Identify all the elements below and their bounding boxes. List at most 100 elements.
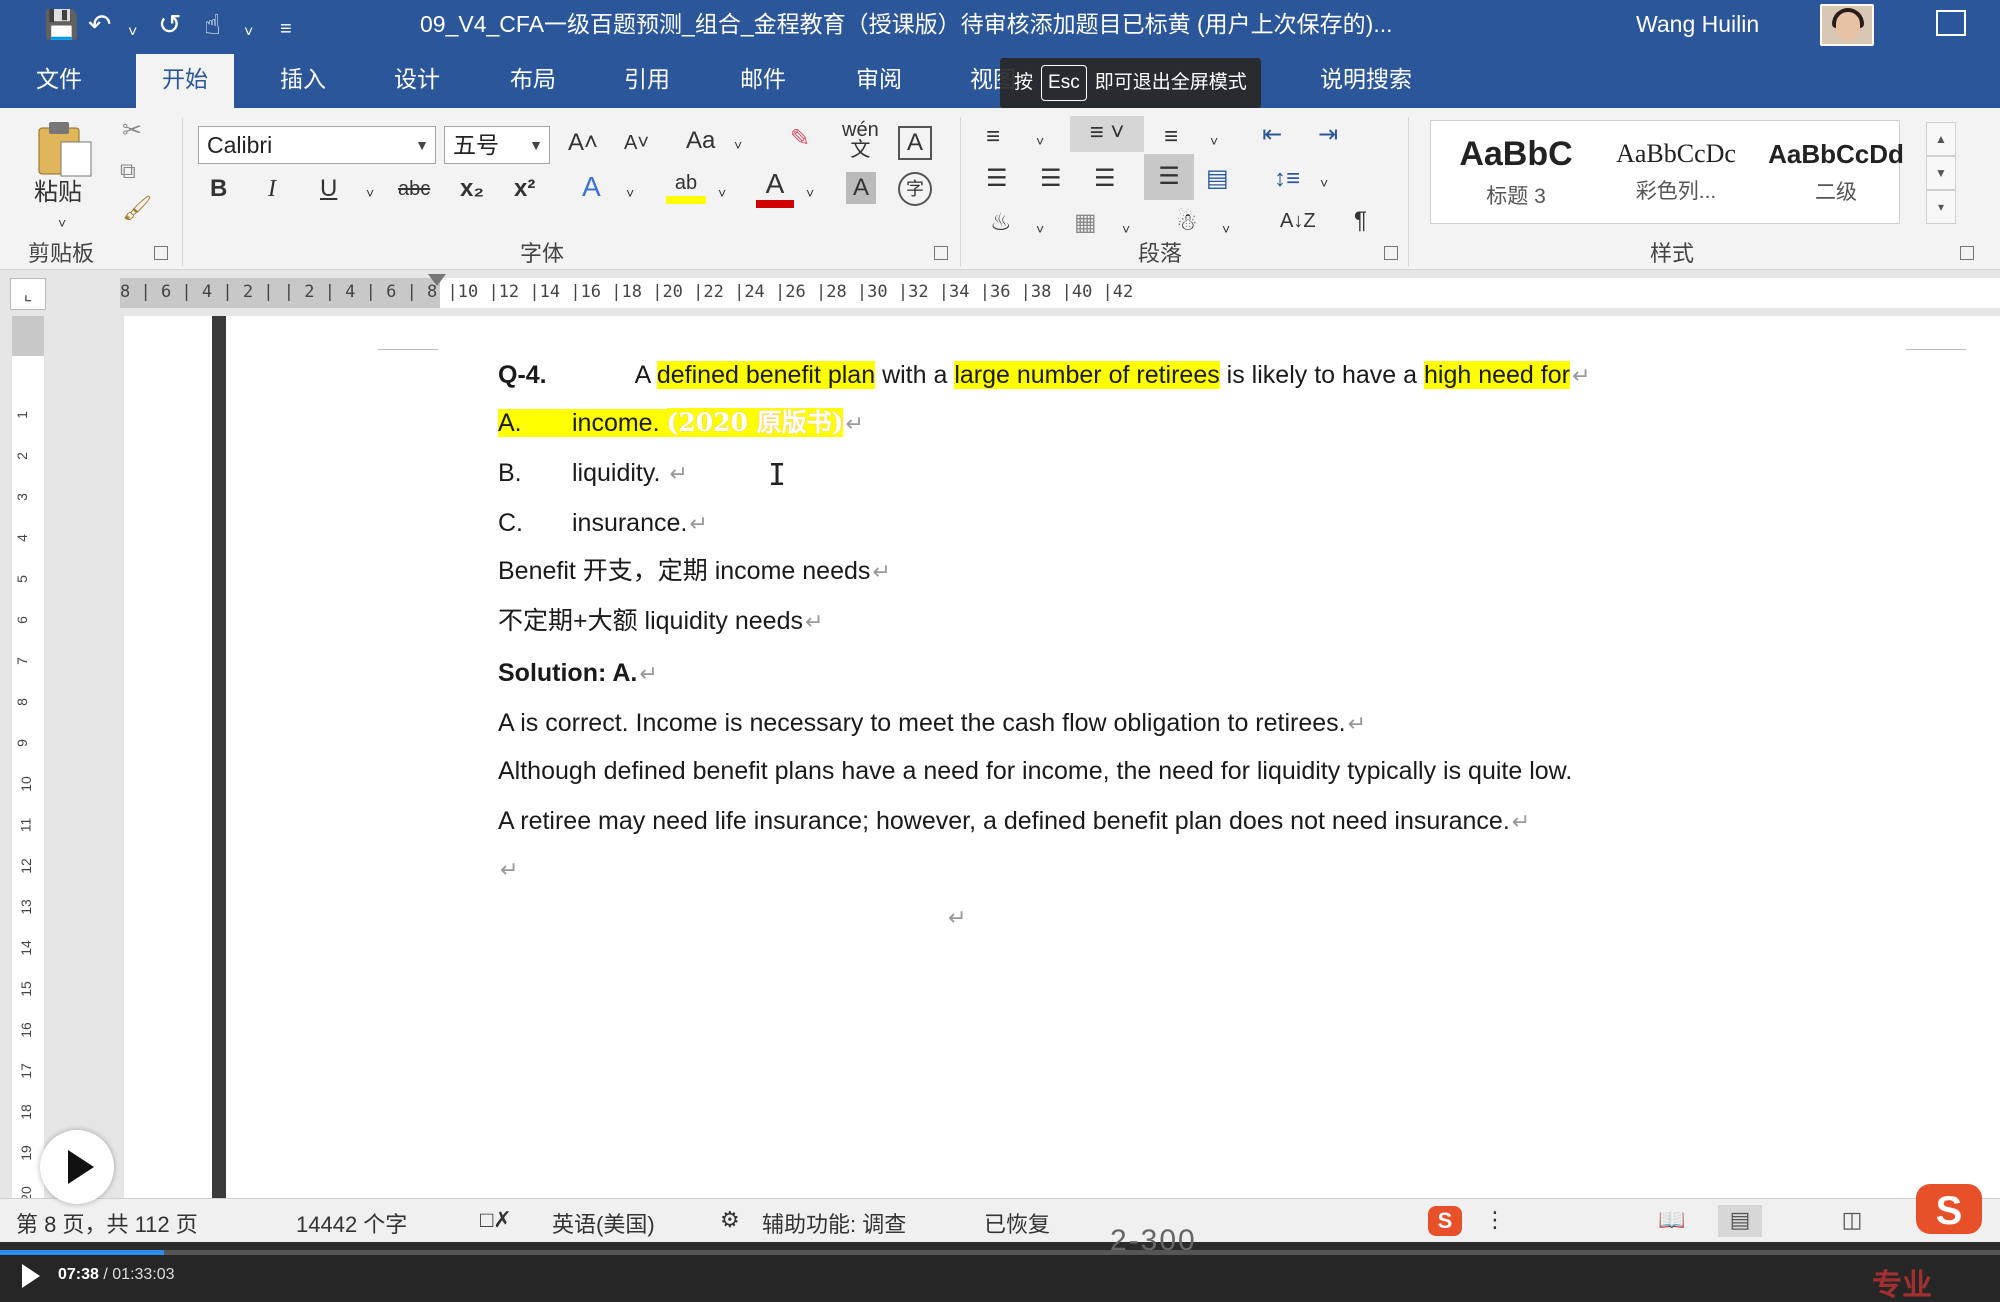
web-layout-icon[interactable]: ◫ bbox=[1830, 1205, 1874, 1237]
bullets-icon[interactable]: ≡ bbox=[986, 122, 1000, 152]
tab-insert[interactable]: 插入 bbox=[280, 64, 326, 94]
tab-review[interactable]: 审阅 bbox=[856, 64, 902, 94]
empty-paragraph[interactable]: ↵ bbox=[498, 852, 518, 887]
style-level2[interactable]: AaBbCcDd 二级 bbox=[1761, 135, 1911, 206]
numbering-icon[interactable]: ≡ ˅ bbox=[1070, 116, 1144, 152]
distributed-icon[interactable]: ▤ bbox=[1206, 164, 1229, 194]
option-c[interactable]: C. insurance.↵ bbox=[498, 506, 708, 541]
bold-button[interactable]: B bbox=[210, 174, 227, 204]
font-size-combo[interactable]: 五号 ▼ bbox=[444, 126, 550, 164]
chevron-down-icon[interactable]: ˅ bbox=[734, 130, 742, 160]
asian-layout-icon[interactable]: ☃ bbox=[1176, 208, 1198, 238]
tab-home[interactable]: 开始 bbox=[136, 54, 234, 108]
accessibility-status[interactable]: 辅助功能: 调查 bbox=[762, 1207, 906, 1239]
font-launcher-icon[interactable] bbox=[934, 246, 948, 260]
format-painter-icon[interactable]: 🖌 bbox=[122, 194, 152, 224]
customize-qat-icon[interactable]: ≡ bbox=[280, 12, 292, 46]
tab-file[interactable]: 文件 bbox=[36, 64, 82, 94]
redo-icon[interactable]: ↺ bbox=[158, 8, 181, 42]
styles-more-icon[interactable]: ▾ bbox=[1926, 190, 1956, 224]
grow-font-button[interactable]: A˄ bbox=[568, 128, 598, 158]
chevron-down-icon[interactable]: ˅ bbox=[1036, 214, 1044, 244]
style-heading3[interactable]: AaBbC 标题 3 bbox=[1441, 135, 1591, 210]
phonetic-guide-button[interactable]: wén 文 bbox=[842, 120, 879, 160]
undo-dropdown-icon[interactable]: ˅ bbox=[128, 16, 137, 50]
option-a[interactable]: A. income. (2020 原版书)↵ bbox=[498, 406, 864, 441]
touch-dropdown-icon[interactable]: ˅ bbox=[244, 16, 253, 50]
empty-paragraph[interactable]: ↵ bbox=[946, 900, 966, 935]
tab-layout[interactable]: 布局 bbox=[510, 64, 556, 94]
paste-button[interactable]: 粘贴 bbox=[34, 178, 82, 208]
text-effects-icon[interactable]: A bbox=[582, 172, 601, 202]
chevron-down-icon[interactable]: ˅ bbox=[806, 178, 814, 208]
chevron-down-icon[interactable]: ˅ bbox=[718, 178, 726, 208]
solution-label[interactable]: Solution: A.↵ bbox=[498, 656, 658, 691]
explanation-line[interactable]: A is correct. Income is necessary to mee… bbox=[498, 706, 1366, 741]
user-avatar[interactable] bbox=[1820, 4, 1874, 46]
enclose-characters-icon[interactable]: 字 bbox=[898, 172, 932, 206]
note-liquidity[interactable]: 不定期+大额 liquidity needs↵ bbox=[498, 604, 823, 639]
styles-scroll-up-icon[interactable]: ▲ bbox=[1926, 122, 1956, 156]
tab-design[interactable]: 设计 bbox=[394, 64, 440, 94]
superscript-button[interactable]: x² bbox=[514, 174, 535, 204]
italic-button[interactable]: I bbox=[268, 174, 276, 204]
first-line-indent-icon[interactable] bbox=[428, 274, 446, 288]
print-layout-icon[interactable]: ▤ bbox=[1718, 1205, 1762, 1237]
tab-references[interactable]: 引用 bbox=[624, 64, 670, 94]
text-highlight-icon[interactable]: ab bbox=[666, 170, 706, 210]
video-play-button[interactable] bbox=[40, 1130, 114, 1204]
explanation-line[interactable]: A retiree may need life insurance; howev… bbox=[498, 804, 1530, 839]
clear-formatting-icon[interactable]: ✎ bbox=[790, 124, 810, 154]
line-spacing-icon[interactable]: ↕≡ bbox=[1274, 164, 1300, 194]
copy-icon[interactable]: ⧉ bbox=[120, 156, 136, 186]
multilevel-list-icon[interactable]: ≡ bbox=[1164, 122, 1178, 152]
styles-launcher-icon[interactable] bbox=[1960, 246, 1974, 260]
accessibility-icon[interactable]: ⚙ bbox=[720, 1207, 740, 1233]
chevron-down-icon[interactable]: ˅ bbox=[1036, 126, 1044, 156]
note-income[interactable]: Benefit 开支，定期 income needs↵ bbox=[498, 554, 891, 589]
chevron-down-icon[interactable]: ˅ bbox=[366, 178, 374, 208]
justify-icon[interactable]: ☰ bbox=[1144, 154, 1194, 200]
explanation-line[interactable]: Although defined benefit plans have a ne… bbox=[498, 754, 1572, 788]
read-mode-icon[interactable]: 📖 bbox=[1650, 1205, 1694, 1237]
strikethrough-button[interactable]: abc bbox=[398, 174, 430, 204]
player-play-icon[interactable] bbox=[22, 1264, 40, 1288]
page-count[interactable]: 第 8 页，共 112 页 bbox=[16, 1207, 198, 1239]
sort-icon[interactable]: A↓Z bbox=[1280, 206, 1316, 236]
language-indicator[interactable]: 英语(美国) bbox=[552, 1207, 655, 1239]
sogou-ime-icon[interactable]: S bbox=[1428, 1206, 1462, 1236]
shading-icon[interactable]: ♨ bbox=[990, 208, 1012, 238]
cut-icon[interactable]: ✂ bbox=[122, 116, 142, 146]
align-left-icon[interactable]: ☰ bbox=[986, 164, 1008, 194]
chevron-down-icon[interactable]: ˅ bbox=[1222, 214, 1230, 244]
vertical-ruler[interactable]: 1 2 3 4 5 6 7 8 9 10 11 12 13 14 15 16 17 18 19 20 bbox=[0, 316, 58, 1202]
decrease-indent-icon[interactable]: ⇤ bbox=[1262, 120, 1282, 150]
font-name-combo[interactable]: Calibri ▼ bbox=[198, 126, 436, 164]
chevron-down-icon[interactable]: ˅ bbox=[626, 178, 634, 208]
style-colorful-list[interactable]: AaBbCcDc 彩色列... bbox=[1601, 135, 1751, 205]
align-center-icon[interactable]: ☰ bbox=[1040, 164, 1062, 194]
font-color-icon[interactable]: A bbox=[756, 168, 794, 212]
character-shading-icon[interactable]: A bbox=[846, 172, 876, 204]
underline-button[interactable]: U bbox=[320, 174, 337, 204]
change-case-button[interactable]: Aa bbox=[686, 126, 715, 156]
chevron-down-icon[interactable]: ˅ bbox=[1320, 168, 1328, 198]
paragraph-launcher-icon[interactable] bbox=[1384, 246, 1398, 260]
tab-mailings[interactable]: 邮件 bbox=[740, 64, 786, 94]
borders-icon[interactable]: ▦ bbox=[1074, 208, 1097, 238]
tell-me-search[interactable]: 说明搜索 bbox=[1320, 64, 1412, 94]
chevron-down-icon[interactable]: ˅ bbox=[1210, 126, 1218, 156]
undo-icon[interactable]: ↶ bbox=[88, 8, 111, 42]
touch-mode-icon[interactable]: ☝ bbox=[204, 8, 221, 42]
character-border-icon[interactable]: A bbox=[898, 126, 932, 160]
horizontal-ruler[interactable]: ⌞ 8 | 6 | 4 | 2 | | 2 | 4 | 6 | 8 |10 |1… bbox=[0, 270, 2000, 316]
clipboard-launcher-icon[interactable] bbox=[154, 246, 168, 260]
ime-menu-icon[interactable]: ⋮ bbox=[1484, 1207, 1506, 1233]
proofing-icon[interactable]: □✗ bbox=[480, 1207, 512, 1233]
show-marks-icon[interactable]: ¶ bbox=[1354, 206, 1367, 236]
styles-scroll-down-icon[interactable]: ▼ bbox=[1926, 156, 1956, 190]
paste-icon[interactable] bbox=[30, 120, 100, 180]
video-progress-track[interactable] bbox=[0, 1250, 2000, 1255]
user-name[interactable]: Wang Huilin bbox=[1636, 9, 1759, 39]
increase-indent-icon[interactable]: ⇥ bbox=[1318, 120, 1338, 150]
